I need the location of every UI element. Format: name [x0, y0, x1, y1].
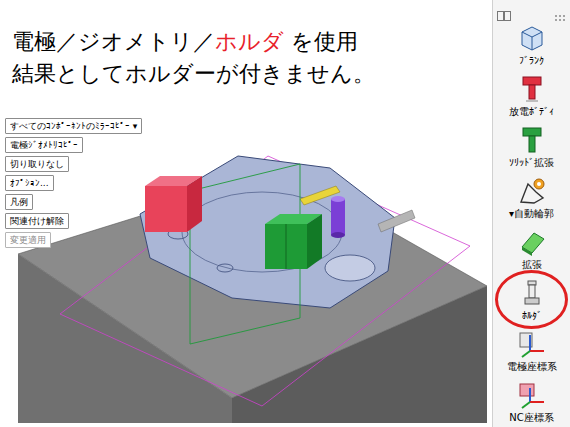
command-button: 変更適用 [5, 232, 51, 248]
toolbar-button[interactable]: 電極座標系 [493, 325, 570, 376]
toolbar-button[interactable]: NC座標系 [493, 376, 570, 427]
command-button[interactable]: 電極ｼﾞｵﾒﾄﾘｺﾋﾟｰ [5, 137, 83, 153]
heading-line: 電極／ジオメトリ／ホルダ を使用 [12, 26, 492, 58]
toolbar-button[interactable]: 放電ﾎﾞﾃﾞｨ [493, 70, 570, 121]
heading-part: を使用 [284, 29, 358, 54]
extend-icon [516, 227, 548, 257]
panel-layout-icon [497, 6, 511, 16]
toolbar-label: ﾌﾞﾗﾝｸ [519, 55, 544, 67]
command-button[interactable]: 凡例 [5, 194, 33, 210]
command-button[interactable]: すべてのｺﾝﾎﾟｰﾈﾝﾄのﾐﾗｰｺﾋﾟｰ ▾ [5, 118, 142, 134]
model-viewport[interactable]: すべてのｺﾝﾎﾟｰﾈﾝﾄのﾐﾗｰｺﾋﾟｰ ▾ 電極ｼﾞｵﾒﾄﾘｺﾋﾟｰ 切り取りなし… [0, 90, 492, 427]
toolbar-label: 放電ﾎﾞﾃﾞｨ [509, 106, 554, 118]
command-button[interactable]: 関連付け解除 [5, 213, 69, 229]
heading-part: 電極／ジオメトリ／ [12, 29, 215, 54]
toolbar-label: ｿﾘｯﾄﾞ拡張 [509, 157, 554, 169]
toolbar-button[interactable]: ﾎﾙﾀﾞ [493, 274, 570, 325]
toolbar-label: 電極座標系 [507, 361, 557, 373]
electrode-coordinate-icon [516, 329, 548, 359]
command-buttons: すべてのｺﾝﾎﾟｰﾈﾝﾄのﾐﾗｰｺﾋﾟｰ ▾ 電極ｼﾞｵﾒﾄﾘｺﾋﾟｰ 切り取りなし… [0, 90, 492, 248]
toolbar-button[interactable]: ﾌﾞﾗﾝｸ [493, 19, 570, 70]
toolbar-button[interactable]: 拡張 [493, 223, 570, 274]
toolbar-label: NC座標系 [509, 412, 553, 424]
toolbar-label: 拡張 [522, 259, 542, 271]
heading-line: 結果としてホルダーが付きません。 [12, 58, 492, 90]
ribbon-toolbar: ﾌﾞﾗﾝｸ 放電ﾎﾞﾃﾞｨ ｿﾘｯﾄﾞ拡張 ▾自動輪郭拡張 ﾎﾙﾀﾞ 電極座標系 NC座標系 [492, 0, 570, 427]
heading-part: ホルダ [215, 29, 284, 54]
nc-coordinate-icon [516, 380, 548, 410]
grip-icon [554, 7, 566, 15]
blank-cube-icon [516, 23, 548, 53]
main-area: 電極／ジオメトリ／ホルダ を使用結果としてホルダーが付きません。すべてのｺﾝﾎﾟ… [0, 0, 492, 427]
toolbar-button[interactable]: ▾自動輪郭 [493, 172, 570, 223]
auto-contour-icon [516, 176, 548, 206]
command-button[interactable]: 切り取りなし [5, 156, 69, 172]
discharge-body-icon [516, 74, 548, 104]
toolbar-label: ▾自動輪郭 [509, 208, 554, 220]
toolbar-label: ﾎﾙﾀﾞ [522, 310, 542, 322]
heading: 電極／ジオメトリ／ホルダ を使用結果としてホルダーが付きません。 [0, 0, 492, 90]
holder-icon [516, 278, 548, 308]
toolbar-header [493, 2, 570, 19]
command-button[interactable]: ｵﾌﾟｼｮﾝ... [5, 175, 54, 191]
toolbar-button[interactable]: ｿﾘｯﾄﾞ拡張 [493, 121, 570, 172]
solid-extend-icon [516, 125, 548, 155]
